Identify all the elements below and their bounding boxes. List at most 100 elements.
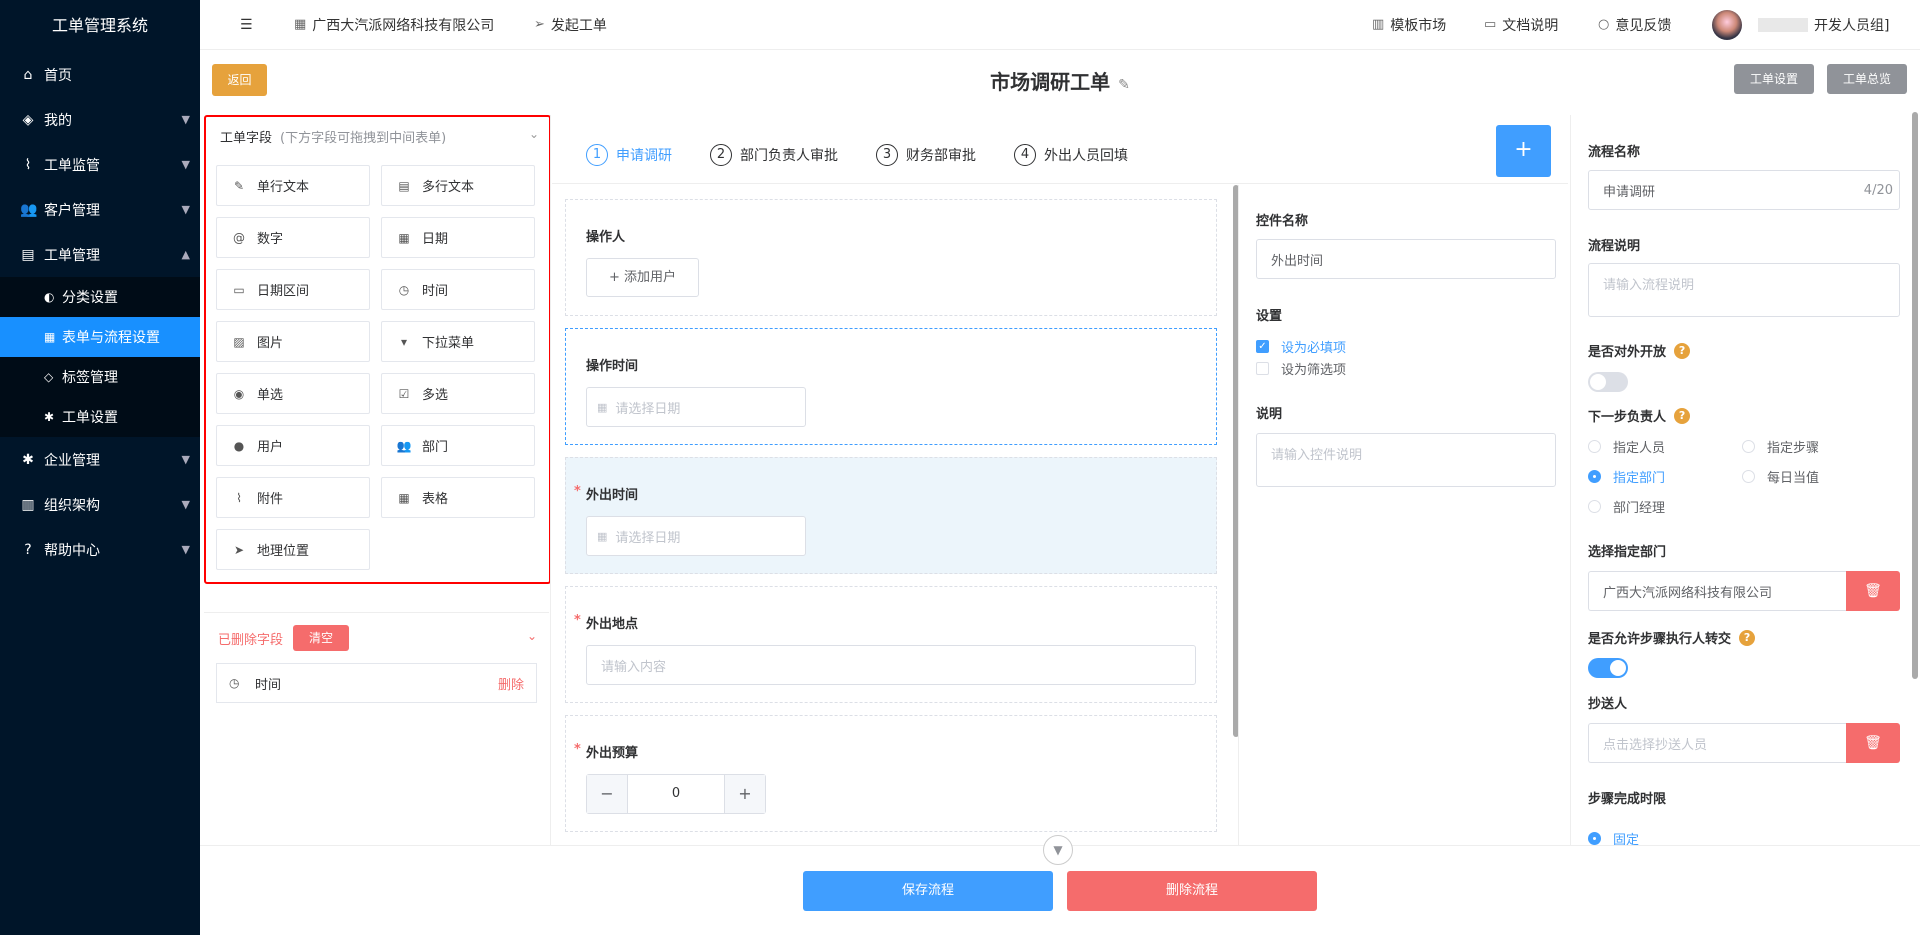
open-book-icon: ▭ (1484, 17, 1497, 32)
dept-select-input[interactable]: 广西大汽派网络科技有限公司 (1588, 571, 1846, 611)
sidebar-item-home[interactable]: ⌂ 首页 (0, 52, 200, 97)
deleted-fields-title: 已删除字段 (218, 632, 284, 648)
cc-select-input[interactable]: 点击选择抄送人员 (1588, 723, 1846, 763)
form-item-out-time[interactable]: * 外出时间 ▦ 请选择日期 (565, 457, 1217, 574)
transfer-toggle[interactable] (1588, 658, 1628, 678)
transfer-label: 是否允许步骤执行人转交? (1588, 628, 1756, 647)
flow-name-input[interactable]: 申请调研 4/20 (1588, 170, 1900, 210)
field-table[interactable]: ▦ 表格 (381, 477, 535, 518)
scroll-down-icon[interactable]: ▼ (1043, 835, 1073, 865)
sidebar-item-ticket-mgmt[interactable]: ▤ 工单管理 ▲ (0, 232, 200, 277)
company-switcher[interactable]: ▦ 广西大汽派网络科技有限公司 (294, 15, 494, 35)
radio-dept-manager[interactable]: 部门经理 (1588, 497, 1665, 516)
ticket-overview-button[interactable]: 工单总览 (1827, 64, 1907, 94)
form-item-budget[interactable]: * 外出预算 −0 + (565, 715, 1217, 832)
form-item-operator[interactable]: 操作人 + 添加用户 (565, 199, 1217, 316)
sidebar-item-enterprise[interactable]: ✱ 企业管理 ▼ (0, 437, 200, 482)
sidebar-subitem-label: 标签管理 (62, 370, 118, 386)
radio-circle (1588, 440, 1601, 453)
sidebar-subitem-ticket-settings[interactable]: ✱ 工单设置 (0, 397, 200, 437)
step-3[interactable]: 3 财务部审批 (876, 144, 976, 166)
docs-link[interactable]: ▭ 文档说明 (1484, 15, 1558, 35)
field-checkbox[interactable]: ☑ 多选 (381, 373, 535, 414)
launch-ticket-link[interactable]: ➢ 发起工单 (534, 15, 607, 35)
date-input[interactable]: ▦ 请选择日期 (586, 516, 806, 556)
field-label: 多选 (422, 388, 449, 403)
sidebar-item-label: 组织架构 (44, 497, 100, 514)
ticket-settings-button[interactable]: 工单设置 (1734, 64, 1814, 94)
user-menu[interactable]: 开发人员组] (1712, 9, 1889, 40)
user-icon: ● (233, 438, 245, 453)
step-2[interactable]: 2 部门负责人审批 (710, 144, 838, 166)
flow-desc-input[interactable]: 请输入流程说明 (1588, 263, 1900, 317)
field-radio[interactable]: ◉ 单选 (216, 373, 370, 414)
form-item-operation-time[interactable]: 操作时间 ▦ 请选择日期 (565, 328, 1217, 445)
feedback-link[interactable]: ○ 意见反馈 (1598, 15, 1671, 35)
radio-assign-person[interactable]: 指定人员 (1588, 437, 1665, 456)
plus-button[interactable]: + (725, 775, 765, 813)
radio-daily-duty[interactable]: 每日当值 (1742, 467, 1819, 486)
field-department[interactable]: 👥 部门 (381, 425, 535, 466)
top-bar: ☰ ▦ 广西大汽派网络科技有限公司 ➢ 发起工单 ▥ 模板市场 ▭ 文档说明 ○ 意见反馈… (200, 0, 1920, 50)
field-date-range[interactable]: ▭ 日期区间 (216, 269, 370, 310)
save-flow-button[interactable]: 保存流程 (803, 871, 1053, 911)
flow-scrollbar[interactable] (1912, 112, 1918, 679)
control-name-input[interactable]: 外出时间 (1256, 239, 1556, 279)
field-number[interactable]: @ 数字 (216, 217, 370, 258)
sidebar-subitem-label: 工单设置 (62, 410, 118, 426)
radio-label: 指定部门 (1613, 471, 1666, 486)
field-time[interactable]: ◷ 时间 (381, 269, 535, 310)
sidebar-item-org[interactable]: ▥ 组织架构 ▼ (0, 482, 200, 527)
menu-toggle-icon[interactable]: ☰ (240, 17, 253, 33)
edit-title-icon[interactable]: ✎ (1118, 77, 1130, 93)
step-4[interactable]: 4 外出人员回填 (1014, 144, 1128, 166)
field-date[interactable]: ▦ 日期 (381, 217, 535, 258)
template-market-link[interactable]: ▥ 模板市场 (1372, 15, 1446, 35)
field-multi-text[interactable]: ▤ 多行文本 (381, 165, 535, 206)
form-item-out-place[interactable]: * 外出地点 请输入内容 (565, 586, 1217, 703)
chevron-down-icon[interactable]: ⌄ (527, 629, 537, 643)
public-toggle[interactable] (1588, 372, 1628, 392)
budget-stepper[interactable]: −0 + (586, 774, 766, 814)
fields-grid: ✎ 单行文本 ▤ 多行文本 @ 数字 ▦ 日期 ▭ 日期区间 ◷ 时间 ▨ 图片 ▾ 下拉菜单 … (216, 165, 536, 570)
trash-icon[interactable]: 🗑 (1846, 723, 1900, 763)
question-icon[interactable]: ? (1674, 342, 1691, 359)
field-label: 日期区间 (257, 284, 310, 299)
field-image[interactable]: ▨ 图片 (216, 321, 370, 362)
step-1[interactable]: 1 申请调研 (586, 144, 672, 166)
text-input[interactable]: 请输入内容 (586, 645, 1196, 685)
field-attachment[interactable]: ⌇ 附件 (216, 477, 370, 518)
add-user-button[interactable]: + 添加用户 (586, 258, 699, 297)
question-icon[interactable]: ? (1739, 629, 1756, 646)
minus-button[interactable]: − (587, 775, 627, 813)
at-icon: @ (233, 230, 245, 245)
field-label: 单选 (257, 388, 284, 403)
sidebar-item-monitor[interactable]: ⌇ 工单监管 ▼ (0, 142, 200, 187)
date-input[interactable]: ▦ 请选择日期 (586, 387, 806, 427)
radio-assign-step[interactable]: 指定步骤 (1742, 437, 1819, 456)
sidebar-subitem-form-flow[interactable]: ▦ 表单与流程设置 (0, 317, 200, 357)
sidebar-item-mine[interactable]: ◈ 我的 ▼ (0, 97, 200, 142)
control-description-input[interactable]: 请输入控件说明 (1256, 433, 1556, 487)
sidebar-subitem-category[interactable]: ◐ 分类设置 (0, 277, 200, 317)
question-icon[interactable]: ? (1674, 407, 1691, 424)
required-checkbox[interactable]: ✓ 设为必填项 (1256, 337, 1346, 356)
sidebar-subitem-tags[interactable]: ◇ 标签管理 (0, 357, 200, 397)
clear-button[interactable]: 清空 (293, 625, 350, 651)
delete-link[interactable]: 删除 (498, 674, 524, 693)
chevron-down-icon[interactable]: ⌄ (529, 127, 539, 141)
field-dropdown[interactable]: ▾ 下拉菜单 (381, 321, 535, 362)
filter-checkbox[interactable]: 设为筛选项 (1256, 359, 1346, 378)
required-mark: * (574, 613, 581, 628)
trash-icon[interactable]: 🗑 (1846, 571, 1900, 611)
field-user[interactable]: ● 用户 (216, 425, 370, 466)
delete-flow-button[interactable]: 删除流程 (1067, 871, 1317, 911)
sidebar-item-help[interactable]: ? 帮助中心 ▼ (0, 527, 200, 572)
step-number: 4 (1014, 144, 1036, 166)
add-step-button[interactable]: + (1496, 125, 1551, 177)
toggle-knob (1590, 374, 1606, 390)
sidebar-item-customers[interactable]: 👥 客户管理 ▼ (0, 187, 200, 232)
field-location[interactable]: ➤ 地理位置 (216, 529, 370, 570)
field-single-text[interactable]: ✎ 单行文本 (216, 165, 370, 206)
radio-assign-dept[interactable]: 指定部门 (1588, 467, 1665, 486)
